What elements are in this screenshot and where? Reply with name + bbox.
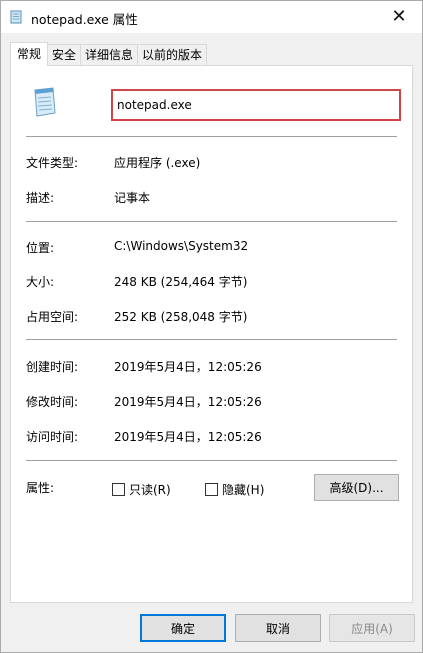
tab-general[interactable]: 常规 bbox=[10, 42, 49, 66]
window-title: notepad.exe 属性 bbox=[31, 12, 138, 27]
apply-button[interactable]: 应用(A) bbox=[329, 614, 415, 642]
description-value: 记事本 bbox=[114, 191, 151, 205]
attributes-label: 属性: bbox=[26, 481, 55, 495]
size-on-disk-value: 252 KB (258,048 字节) bbox=[114, 310, 248, 324]
notepad-title-icon bbox=[10, 10, 22, 24]
readonly-label: 只读(R) bbox=[129, 483, 171, 497]
advanced-button[interactable]: 高级(D)... bbox=[314, 474, 399, 501]
properties-window: notepad.exe 属性 ✕ 常规 安全 详细信息 以前的版本 文件类型: … bbox=[0, 0, 423, 653]
title-bar: notepad.exe 属性 ✕ bbox=[1, 1, 422, 33]
location-value: C:\Windows\System32 bbox=[114, 239, 249, 253]
ok-button[interactable]: 确定 bbox=[140, 614, 226, 642]
checkbox-box[interactable] bbox=[112, 483, 125, 496]
hidden-label: 隐藏(H) bbox=[222, 483, 265, 497]
modified-value: 2019年5月4日，12:05:26 bbox=[114, 395, 262, 409]
close-button[interactable]: ✕ bbox=[376, 1, 422, 32]
separator bbox=[26, 460, 397, 461]
separator bbox=[26, 221, 397, 222]
description-label: 描述: bbox=[26, 191, 55, 205]
created-label: 创建时间: bbox=[26, 360, 79, 374]
general-panel: 文件类型: 应用程序 (.exe) 描述: 记事本 位置: C:\Windows… bbox=[10, 65, 413, 603]
file-type-value: 应用程序 (.exe) bbox=[114, 156, 201, 170]
separator bbox=[26, 136, 397, 137]
tab-previous-versions[interactable]: 以前的版本 bbox=[137, 44, 208, 66]
size-on-disk-label: 占用空间: bbox=[26, 310, 79, 324]
accessed-value: 2019年5月4日，12:05:26 bbox=[114, 430, 262, 444]
close-icon: ✕ bbox=[391, 6, 407, 27]
created-value: 2019年5月4日，12:05:26 bbox=[114, 360, 262, 374]
tab-security[interactable]: 安全 bbox=[47, 44, 82, 66]
file-name-input[interactable] bbox=[111, 89, 401, 121]
checkbox-box[interactable] bbox=[205, 483, 218, 496]
tab-bar: 常规 安全 详细信息 以前的版本 bbox=[10, 42, 208, 66]
accessed-label: 访问时间: bbox=[26, 430, 79, 444]
separator bbox=[26, 339, 397, 340]
size-value: 248 KB (254,464 字节) bbox=[114, 275, 248, 289]
tab-details[interactable]: 详细信息 bbox=[80, 44, 139, 66]
location-label: 位置: bbox=[26, 241, 55, 255]
notepad-icon bbox=[34, 87, 56, 117]
file-type-label: 文件类型: bbox=[26, 156, 79, 170]
size-label: 大小: bbox=[26, 275, 55, 289]
modified-label: 修改时间: bbox=[26, 395, 79, 409]
cancel-button[interactable]: 取消 bbox=[235, 614, 321, 642]
hidden-checkbox[interactable]: 隐藏(H) bbox=[205, 481, 264, 498]
readonly-checkbox[interactable]: 只读(R) bbox=[112, 481, 171, 498]
